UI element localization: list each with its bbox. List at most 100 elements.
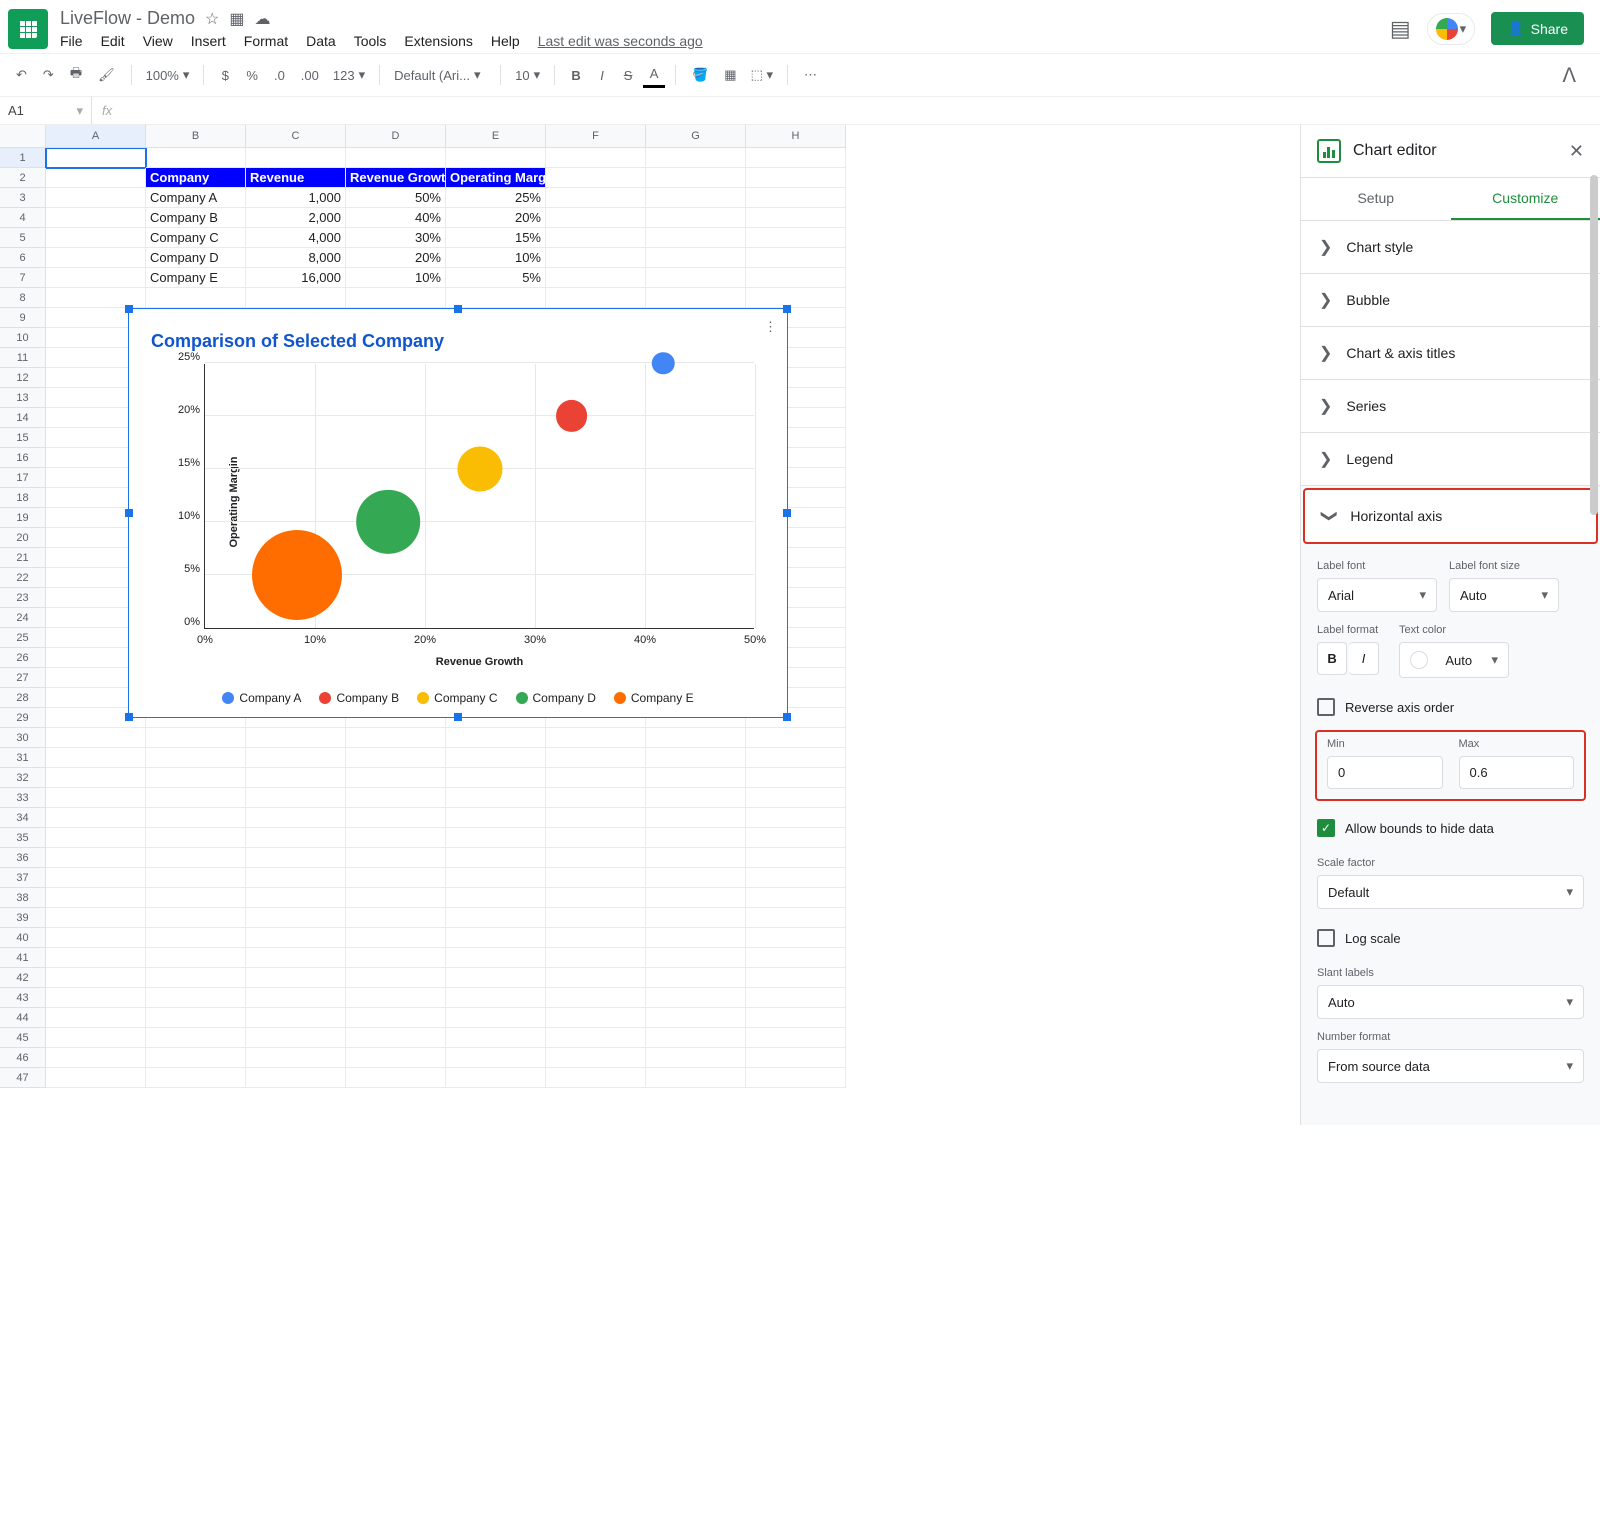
log-scale-checkbox[interactable] [1317,929,1335,947]
row-header[interactable]: 13 [0,388,46,408]
cell[interactable] [146,968,246,988]
row-header[interactable]: 38 [0,888,46,908]
cell[interactable] [546,808,646,828]
menu-extensions[interactable]: Extensions [404,33,472,49]
cell[interactable] [446,1008,546,1028]
row-header[interactable]: 25 [0,628,46,648]
cell[interactable] [246,848,346,868]
cell[interactable]: 10% [346,268,446,288]
cell[interactable] [546,848,646,868]
cell[interactable]: Company C [146,228,246,248]
row-header[interactable]: 26 [0,648,46,668]
last-edit-link[interactable]: Last edit was seconds ago [538,33,703,49]
cell[interactable] [146,828,246,848]
col-header-C[interactable]: C [246,125,346,148]
cell[interactable] [46,1028,146,1048]
cell[interactable] [746,748,846,768]
cell[interactable] [46,228,146,248]
cell[interactable] [546,968,646,988]
font-select[interactable]: Default (Ari...▾ [390,65,490,85]
cell[interactable] [46,788,146,808]
cell[interactable] [746,948,846,968]
cell[interactable] [646,1028,746,1048]
cell[interactable] [146,848,246,868]
cell[interactable] [146,1008,246,1028]
row-header[interactable]: 34 [0,808,46,828]
embedded-chart[interactable]: ⋮ Comparison of Selected Company Operati… [128,308,788,718]
meet-icon[interactable]: ▾ [1427,13,1476,45]
menu-insert[interactable]: Insert [191,33,226,49]
cell[interactable] [746,208,846,228]
cell[interactable] [746,848,846,868]
collapse-toolbar-button[interactable]: ᐱ [1548,63,1590,88]
col-header-D[interactable]: D [346,125,446,148]
cell[interactable] [446,968,546,988]
row-header[interactable]: 6 [0,248,46,268]
cell[interactable] [146,1028,246,1048]
cell[interactable] [746,768,846,788]
cell[interactable] [246,948,346,968]
cell[interactable]: Revenue Growth [346,168,446,188]
bubble-company-c[interactable] [458,447,503,492]
cell[interactable] [346,948,446,968]
cell[interactable] [46,148,146,168]
cell[interactable] [46,988,146,1008]
borders-button[interactable]: ▦ [718,63,742,87]
cell[interactable] [346,1008,446,1028]
cell[interactable] [246,868,346,888]
cell[interactable]: 10% [446,248,546,268]
cell[interactable] [46,848,146,868]
cell[interactable] [146,988,246,1008]
cell[interactable] [746,788,846,808]
cell[interactable] [746,1048,846,1068]
cell[interactable] [446,788,546,808]
cell[interactable] [146,1048,246,1068]
decrease-decimal-button[interactable]: .0 [268,64,291,87]
row-header[interactable]: 36 [0,848,46,868]
cell[interactable] [546,208,646,228]
cell[interactable] [546,148,646,168]
cell[interactable] [646,928,746,948]
more-toolbar-button[interactable]: ⋯ [798,63,823,87]
cell[interactable] [546,268,646,288]
italic-button[interactable]: I [591,64,613,87]
cell[interactable] [346,928,446,948]
move-icon[interactable]: ▦ [229,9,244,29]
cell[interactable]: 30% [346,228,446,248]
cell[interactable] [446,748,546,768]
cell[interactable] [646,768,746,788]
cell[interactable] [746,868,846,888]
cell[interactable] [246,888,346,908]
row-header[interactable]: 35 [0,828,46,848]
cell[interactable] [446,908,546,928]
row-header[interactable]: 3 [0,188,46,208]
sheets-icon[interactable] [8,9,48,49]
undo-button[interactable]: ↶ [10,63,33,87]
cell[interactable] [46,888,146,908]
cell[interactable] [46,1008,146,1028]
cell[interactable] [646,908,746,928]
currency-button[interactable]: $ [214,64,236,87]
cell[interactable] [646,208,746,228]
cell[interactable] [546,248,646,268]
cell[interactable] [246,288,346,308]
row-header[interactable]: 27 [0,668,46,688]
cell[interactable] [46,728,146,748]
cell[interactable] [246,1048,346,1068]
cell[interactable] [346,288,446,308]
menu-view[interactable]: View [143,33,173,49]
chart-more-icon[interactable]: ⋮ [764,319,777,335]
cell[interactable]: 20% [446,208,546,228]
cell[interactable] [346,968,446,988]
cell[interactable]: 1,000 [246,188,346,208]
cell[interactable] [546,888,646,908]
cell[interactable] [546,748,646,768]
formula-bar[interactable]: fx [92,97,122,124]
cell[interactable] [346,1068,446,1088]
cell[interactable] [546,288,646,308]
row-header[interactable]: 17 [0,468,46,488]
cell[interactable] [546,868,646,888]
row-header[interactable]: 16 [0,448,46,468]
cell[interactable] [346,768,446,788]
cell[interactable] [646,988,746,1008]
